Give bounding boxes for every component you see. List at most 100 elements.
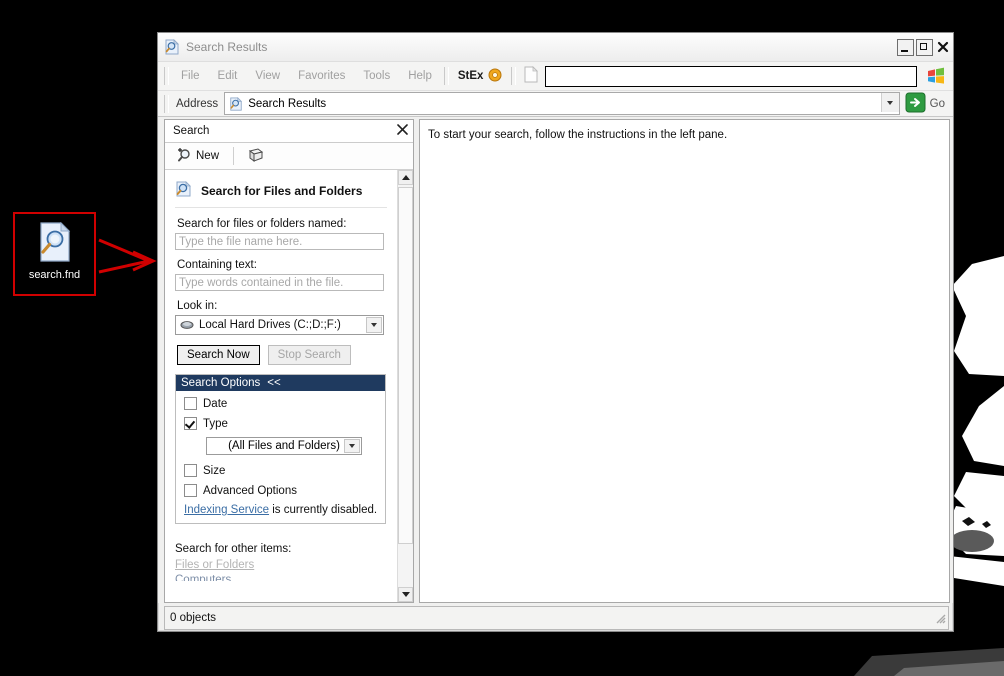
search-form-heading: Search for Files and Folders [175,178,387,207]
address-gripper[interactable] [164,94,169,113]
annotation-arrow [98,238,157,274]
search-pane-title: Search [173,125,210,137]
address-label: Address [176,97,219,110]
stex-button[interactable]: StEx [452,66,509,87]
advanced-options-checkbox[interactable] [184,484,197,497]
search-buttons: Search Now Stop Search [177,345,387,365]
minimize-button[interactable] [897,38,914,56]
search-pane-scroll-area: Search for Files and Folders Search for … [165,170,413,602]
search-files-icon [175,180,193,201]
close-button[interactable] [935,39,951,55]
chevron-down-icon[interactable] [880,93,899,112]
new-search-button[interactable]: New [171,145,225,167]
date-label: Date [203,397,228,410]
search-pane: Search New Search for Files and Folders … [164,119,414,603]
other-items-heading: Search for other items: [175,543,292,555]
status-bar: 0 objects [164,606,949,630]
menu-item-edit[interactable]: Edit [209,67,247,85]
windows-flag-icon[interactable] [921,64,951,88]
go-button[interactable]: Go [900,92,953,116]
desktop-icon-search-fnd[interactable]: search.fnd [13,212,96,296]
look-in-dropdown[interactable]: Local Hard Drives (C:;D:;F:) [175,315,384,335]
advanced-options-label: Advanced Options [203,484,297,497]
search-results-window: Search Results File Edit View Favorites … [157,32,954,632]
containing-text-label: Containing text: [177,259,257,271]
menu-bar: File Edit View Favorites Tools Help StEx [158,62,953,91]
search-options-toggle[interactable]: << [267,377,280,389]
status-text: 0 objects [170,612,217,624]
other-items-section: Search for other items: Files or Folders… [175,543,387,581]
address-input[interactable]: Search Results [224,92,900,115]
search-pane-scrollbar[interactable] [397,170,413,602]
page-icon [524,66,539,86]
search-document-icon [38,221,72,265]
option-type[interactable]: Type [184,417,385,430]
search-options-body: Date Type (All Files and Folders) Size A… [176,391,385,523]
address-bar: Address Search Results Go [158,91,953,117]
menu-item-tools[interactable]: Tools [354,67,399,85]
date-checkbox[interactable] [184,397,197,410]
window-title: Search Results [186,40,268,54]
orange-ring-icon [488,68,502,85]
size-label: Size [203,464,226,477]
stex-label: StEx [457,70,484,82]
stop-search-button: Stop Search [267,345,351,365]
green-go-arrow-icon [905,92,926,116]
search-options-header[interactable]: Search Options << [176,375,385,391]
notebook-button[interactable] [242,146,270,167]
menu-item-help[interactable]: Help [399,67,441,85]
search-pane-toolbar: New [165,143,413,170]
menu-item-favorites[interactable]: Favorites [289,67,354,85]
results-message: To start your search, follow the instruc… [428,129,728,141]
toolbar-separator [233,147,235,165]
indexing-service-line: Indexing Service is currently disabled. [184,504,385,516]
search-now-button[interactable]: Search Now [177,345,260,365]
type-checkbox[interactable] [184,417,197,430]
notebook-icon [248,147,264,165]
toolbar-search-input[interactable] [545,65,917,87]
search-form-title: Search for Files and Folders [201,183,363,198]
title-bar: Search Results [158,33,953,62]
link-computers[interactable]: Computers [175,574,387,581]
maximize-button[interactable] [916,38,933,56]
filename-input[interactable]: Type the file name here. [175,233,384,250]
menu-item-view[interactable]: View [246,67,289,85]
indexing-service-rest: is currently disabled. [269,504,378,516]
go-label: Go [929,97,945,110]
scroll-down-button[interactable] [398,587,413,602]
new-search-label: New [196,150,220,162]
search-sparkle-icon [177,147,192,165]
size-checkbox[interactable] [184,464,197,477]
page-button[interactable] [519,64,543,88]
menu-gripper[interactable] [164,67,169,85]
search-results-icon [164,39,180,55]
link-files-or-folders[interactable]: Files or Folders [175,559,387,571]
close-icon[interactable] [397,124,408,138]
address-value: Search Results [248,97,327,110]
scrollbar-thumb[interactable] [398,187,413,544]
toolbar-gripper[interactable] [443,67,449,85]
chevron-down-icon[interactable] [344,439,360,453]
toolbar-gripper-2[interactable] [511,67,517,85]
type-value: (All Files and Folders) [228,440,340,452]
option-advanced[interactable]: Advanced Options [184,484,385,497]
indexing-service-link[interactable]: Indexing Service [184,504,269,516]
desktop-icon-label: search.fnd [28,269,81,281]
search-form: Search for Files and Folders Search for … [165,170,397,602]
search-options-label: Search Options [181,377,261,389]
window-body: Search New Search for Files and Folders … [158,117,953,603]
scroll-up-button[interactable] [398,170,413,185]
containing-text-input[interactable]: Type words contained in the file. [175,274,384,291]
option-date[interactable]: Date [184,397,385,410]
chevron-down-icon[interactable] [366,317,382,333]
search-pane-header: Search [165,120,413,143]
option-size[interactable]: Size [184,464,385,477]
search-options-panel: Search Options << Date Type (All Files a… [175,374,386,524]
search-results-icon [229,96,243,111]
filename-label: Search for files or folders named: [177,218,347,230]
menu-item-file[interactable]: File [172,67,209,85]
type-dropdown[interactable]: (All Files and Folders) [206,437,362,455]
results-pane[interactable]: To start your search, follow the instruc… [419,119,950,603]
resize-grip[interactable] [933,611,946,627]
type-label: Type [203,417,228,430]
